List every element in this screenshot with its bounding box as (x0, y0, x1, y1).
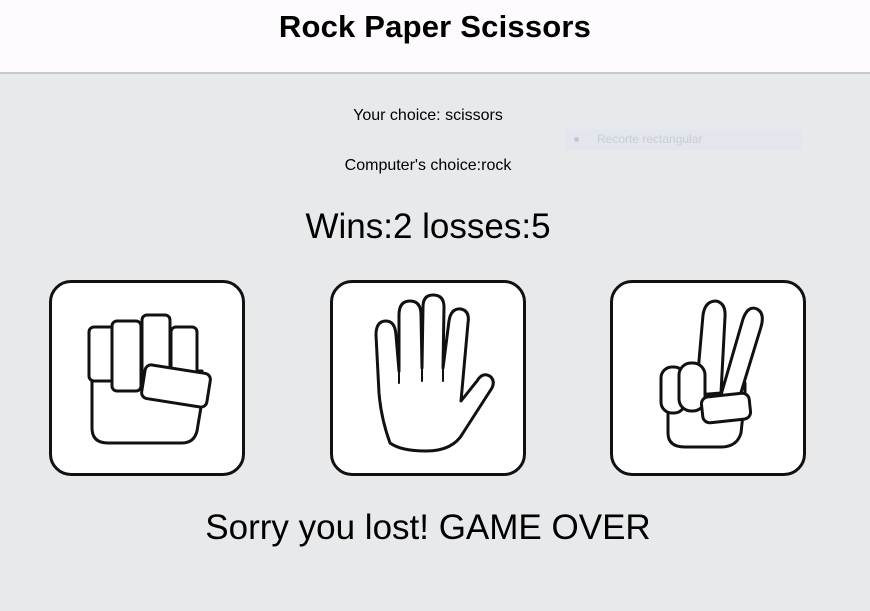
radio-dot-icon (574, 137, 579, 142)
rock-button[interactable] (49, 280, 245, 476)
page-title: Rock Paper Scissors (278, 9, 592, 44)
snip-tool-overlay: Recorte rectangular (565, 129, 802, 150)
computer-choice-label: Computer's choice: (344, 157, 482, 174)
header-bar: Rock Paper Scissors (0, 0, 870, 74)
scissors-button[interactable] (610, 280, 806, 476)
computer-choice-text: Computer's choice:rock (0, 157, 856, 175)
computer-choice-value: rock (481, 157, 512, 174)
fist-icon (87, 313, 212, 445)
game-result-message: Sorry you lost! GAME OVER (205, 508, 651, 547)
your-choice-label: Your choice: (353, 107, 446, 124)
peace-sign-icon (659, 299, 764, 449)
paper-button[interactable] (330, 280, 526, 476)
score-display: Wins:2 losses:5 (0, 207, 856, 247)
your-choice-value: scissors (445, 107, 503, 124)
wins-label: Wins: (305, 207, 393, 246)
wins-count: 2 (392, 207, 413, 246)
open-hand-icon (374, 293, 495, 453)
losses-label: losses: (422, 207, 532, 246)
snip-mode-label: Recorte rectangular (597, 132, 703, 146)
your-choice-text: Your choice: scissors (0, 107, 856, 125)
losses-count: 5 (531, 207, 551, 246)
